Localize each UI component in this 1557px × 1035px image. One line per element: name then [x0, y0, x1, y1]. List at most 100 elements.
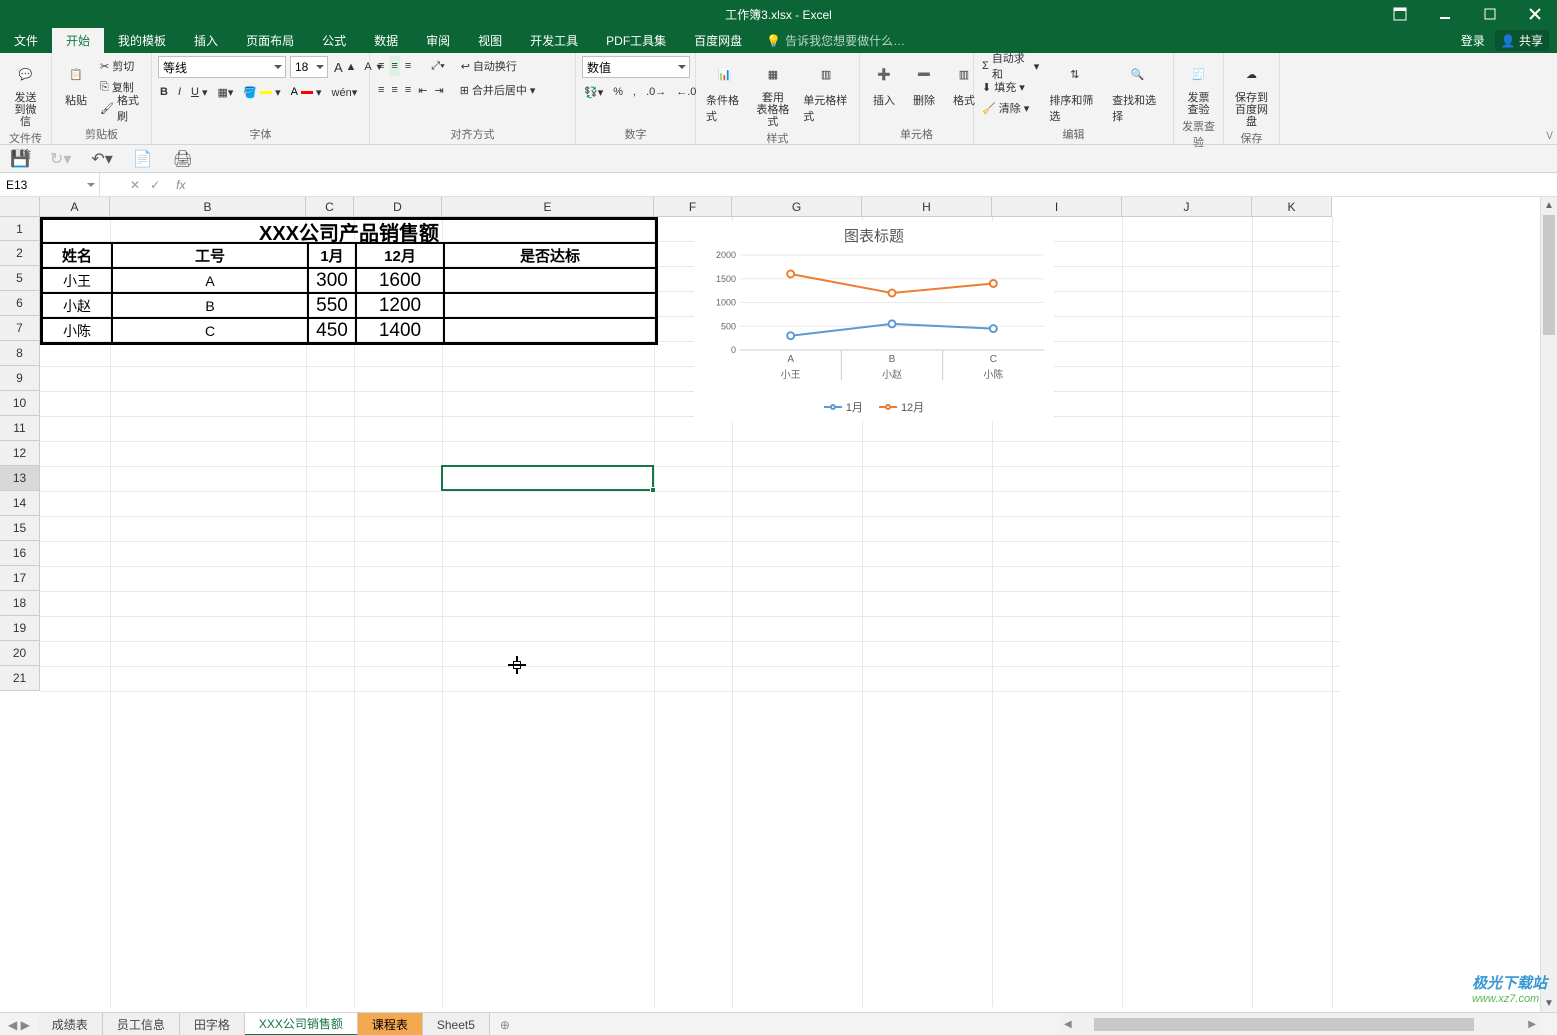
autosum-button[interactable]: Σ自动求和▾ [980, 56, 1041, 76]
table-cell[interactable]: A [112, 268, 308, 293]
row-head-19[interactable]: 19 [0, 616, 40, 641]
table-header[interactable]: 12月 [356, 243, 444, 268]
maximize-icon[interactable] [1467, 0, 1512, 28]
tab-developer[interactable]: 开发工具 [516, 28, 592, 53]
tab-formulas[interactable]: 公式 [308, 28, 360, 53]
select-all-corner[interactable] [0, 197, 40, 217]
col-head-H[interactable]: H [862, 197, 992, 217]
table-header[interactable]: 姓名 [42, 243, 112, 268]
cut-button[interactable]: ✂剪切 [98, 56, 145, 76]
col-head-J[interactable]: J [1122, 197, 1252, 217]
table-title[interactable]: XXX公司产品销售额 [42, 219, 656, 243]
table-header[interactable]: 1月 [308, 243, 356, 268]
phonetic-button[interactable]: wén▾ [330, 82, 360, 102]
horizontal-scrollbar[interactable]: ◀ ▶ [1060, 1013, 1540, 1035]
row-head-8[interactable]: 8 [0, 341, 40, 366]
table-cell[interactable]: 1400 [356, 318, 444, 343]
col-head-D[interactable]: D [354, 197, 442, 217]
ribbon-options-icon[interactable] [1377, 0, 1422, 28]
sheet-tab-3[interactable]: XXX公司销售额 [245, 1013, 358, 1035]
tell-me[interactable]: 💡告诉我您想要做什么… [766, 28, 905, 53]
font-size-select[interactable]: 18 [290, 56, 328, 78]
collapse-ribbon-icon[interactable]: ᐯ [1546, 131, 1553, 142]
tab-home[interactable]: 开始 [52, 28, 104, 53]
row-head-21[interactable]: 21 [0, 666, 40, 691]
table-cell[interactable]: B [112, 293, 308, 318]
row-head-13[interactable]: 13 [0, 466, 40, 491]
sort-button[interactable]: ⇅排序和筛选 [1045, 56, 1104, 126]
row-head-5[interactable]: 5 [0, 266, 40, 291]
painter-button[interactable]: 🖌格式刷 [98, 98, 145, 118]
table-cell[interactable]: 550 [308, 293, 356, 318]
close-icon[interactable] [1512, 0, 1557, 28]
add-sheet-button[interactable]: ⊕ [490, 1013, 520, 1035]
fill-button[interactable]: ⬇填充▾ [980, 77, 1041, 97]
indent-dec-button[interactable]: ⇤ [416, 80, 429, 100]
tab-layout[interactable]: 页面布局 [232, 28, 308, 53]
row-head-9[interactable]: 9 [0, 366, 40, 391]
insert-cells-button[interactable]: ➕插入 [866, 56, 902, 110]
sheet-tab-1[interactable]: 员工信息 [103, 1013, 180, 1035]
col-head-C[interactable]: C [306, 197, 354, 217]
cancel-formula-icon[interactable]: ✕ [130, 178, 140, 192]
row-head-10[interactable]: 10 [0, 391, 40, 416]
table-cell[interactable]: C [112, 318, 308, 343]
tab-file[interactable]: 文件 [0, 28, 52, 53]
paste-button[interactable]: 📋粘贴 [58, 56, 94, 110]
grow-font-button[interactable]: A▲ [332, 57, 358, 77]
row-head-6[interactable]: 6 [0, 291, 40, 316]
table-cell[interactable]: 小赵 [42, 293, 112, 318]
bold-button[interactable]: B [158, 82, 170, 102]
chart[interactable]: 图表标题0500100015002000A小王B小赵C小陈1月12月 [694, 221, 1054, 421]
comma-button[interactable]: , [631, 82, 638, 102]
col-head-K[interactable]: K [1252, 197, 1332, 217]
sheet-tab-5[interactable]: Sheet5 [423, 1013, 490, 1035]
sheet-nav[interactable]: ◀ ▶ [0, 1013, 38, 1035]
cond-format-button[interactable]: 📊条件格式 [702, 56, 747, 126]
row-head-15[interactable]: 15 [0, 516, 40, 541]
row-head-7[interactable]: 7 [0, 316, 40, 341]
col-head-F[interactable]: F [654, 197, 732, 217]
table-cell[interactable] [444, 268, 656, 293]
table-format-button[interactable]: ▦套用 表格格式 [751, 56, 796, 130]
fill-color-button[interactable]: 🪣▾ [241, 82, 282, 102]
row-head-1[interactable]: 1 [0, 217, 40, 241]
align-right-button[interactable]: ≡ [403, 80, 413, 100]
row-head-14[interactable]: 14 [0, 491, 40, 516]
vscroll-thumb[interactable] [1543, 215, 1555, 335]
cell-style-button[interactable]: ▥单元格样式 [799, 56, 853, 126]
tab-templates[interactable]: 我的模板 [104, 28, 180, 53]
align-top-button[interactable]: ≡ [376, 56, 386, 76]
dec-decimal-button[interactable]: ←.0 [674, 82, 698, 102]
align-left-button[interactable]: ≡ [376, 80, 386, 100]
invoice-button[interactable]: 🧾发票 查验 [1180, 56, 1217, 118]
tab-baidu[interactable]: 百度网盘 [680, 28, 756, 53]
scroll-up-icon[interactable]: ▲ [1541, 197, 1557, 214]
table-cell[interactable]: 1600 [356, 268, 444, 293]
row-head-20[interactable]: 20 [0, 641, 40, 666]
table-header[interactable]: 是否达标 [444, 243, 656, 268]
col-head-B[interactable]: B [110, 197, 306, 217]
find-button[interactable]: 🔍查找和选择 [1108, 56, 1167, 126]
tab-view[interactable]: 视图 [464, 28, 516, 53]
border-button[interactable]: ▦▾ [216, 82, 236, 102]
send-wechat-button[interactable]: 💬发送 到微信 [6, 56, 45, 130]
worksheet-grid[interactable]: ABCDEFGHIJK 1256789101112131415161718192… [0, 197, 1557, 1012]
print-preview-button[interactable]: 📄 [133, 149, 153, 169]
tab-data[interactable]: 数据 [360, 28, 412, 53]
italic-button[interactable]: I [176, 82, 183, 102]
sheet-tab-0[interactable]: 成绩表 [38, 1013, 103, 1035]
align-bottom-button[interactable]: ≡ [403, 56, 413, 76]
row-head-2[interactable]: 2 [0, 241, 40, 266]
enter-formula-icon[interactable]: ✓ [150, 178, 160, 192]
number-format-select[interactable]: 数值 [582, 56, 690, 78]
col-head-I[interactable]: I [992, 197, 1122, 217]
minimize-icon[interactable] [1422, 0, 1467, 28]
orientation-button[interactable]: ⤢▾ [429, 56, 446, 76]
table-cell[interactable] [444, 318, 656, 343]
tab-review[interactable]: 审阅 [412, 28, 464, 53]
fx-icon[interactable]: fx [170, 178, 191, 192]
row-head-18[interactable]: 18 [0, 591, 40, 616]
table-cell[interactable]: 450 [308, 318, 356, 343]
row-head-16[interactable]: 16 [0, 541, 40, 566]
